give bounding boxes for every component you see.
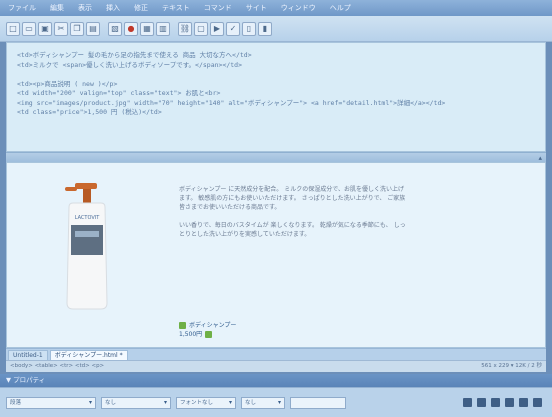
product-bottle-image[interactable]: LACTOVIT [53, 177, 123, 317]
size-value: なし [245, 399, 257, 406]
pump-nozzle [65, 187, 77, 191]
paste-icon[interactable]: ▤ [86, 21, 100, 36]
code-view-icon[interactable]: ▯ [242, 21, 256, 36]
code-line[interactable]: <td><p>商品説明 ( new )</p> [17, 80, 535, 90]
menu-item[interactable]: 修正 [134, 3, 148, 13]
product-description: ボディシャンプー に天然成分を配合。 ミルクの保湿成分で、お肌を優しく洗い上げま… [179, 185, 409, 248]
chevron-down-icon: ▾ [88, 398, 92, 406]
preview-icon[interactable]: ▶ [210, 21, 224, 36]
resize-grip-icon[interactable]: ▴ [538, 154, 542, 162]
code-line[interactable]: <td class="price">1,500 円 (税込)</td> [17, 108, 535, 118]
code-line[interactable]: <td>ボディシャンプー 髪の毛から足の指先まで使える 商品 大切な方へ</td… [17, 51, 535, 61]
status-bar: <body> <table> <tr> <td> <p> 561 x 229 ▾… [6, 360, 546, 372]
format-select[interactable]: 段落 ▾ [6, 396, 96, 409]
font-select[interactable]: フォントなし ▾ [176, 396, 236, 409]
table-icon[interactable]: ▦ [140, 21, 154, 36]
brand-name: ボディシャンプー [189, 322, 237, 329]
layer-icon[interactable]: ▥ [156, 21, 170, 36]
pane-splitter[interactable]: ▴ [6, 152, 546, 162]
menu-item[interactable]: ファイル [8, 3, 36, 13]
code-view[interactable]: <td>ボディシャンプー 髪の毛から足の指先まで使える 商品 大切な方へ</td… [6, 42, 546, 152]
new-icon[interactable]: □ [6, 21, 20, 36]
justify-button[interactable] [533, 398, 542, 407]
pump-head [75, 183, 97, 189]
leaf-icon [179, 322, 186, 329]
document-tab[interactable]: ボディシャンプー.html * [49, 350, 128, 360]
menu-item[interactable]: ヘルプ [330, 3, 351, 13]
image-icon[interactable]: ▧ [108, 21, 122, 36]
copy-icon[interactable]: ❐ [70, 21, 84, 36]
size-select[interactable]: なし ▾ [241, 396, 285, 409]
design-view[interactable]: LACTOVIT ボディシャンプー に天然成分を配合。 ミルクの保湿成分で、お肌… [6, 162, 546, 348]
bottle-label-stripe [75, 231, 99, 237]
code-line[interactable] [17, 70, 535, 80]
menu-item[interactable]: コマンド [204, 3, 232, 13]
menu-item[interactable]: ウィンドウ [281, 3, 316, 13]
document-tabs: Untitled-1 ボディシャンプー.html * [6, 348, 546, 360]
leaf-icon [205, 331, 213, 338]
description-paragraph: いい香りで、毎日のバスタイムが 楽しくなります。 乾燥が気になる季節にも、 しっ… [179, 222, 406, 238]
align-left-button[interactable] [491, 398, 500, 407]
menu-item[interactable]: 挿入 [106, 3, 120, 13]
menu-item[interactable]: 編集 [50, 3, 64, 13]
frame-icon[interactable]: ▢ [194, 21, 208, 36]
style-select[interactable]: なし ▾ [101, 396, 171, 409]
tag-selector[interactable]: <body> <table> <tr> <td> <p> [10, 361, 104, 372]
toolbar: □ ▭ ▣ ✂ ❐ ▤ ▧ ● ▦ ▥ ⛓ ▢ ▶ ✓ ▯ ▮ [0, 16, 552, 42]
open-icon[interactable]: ▭ [22, 21, 36, 36]
document-tab[interactable]: Untitled-1 [8, 350, 48, 360]
chevron-down-icon: ▾ [277, 398, 281, 406]
window-size-info: 561 x 229 ▾ 12K / 2 秒 [481, 363, 542, 369]
align-center-button[interactable] [505, 398, 514, 407]
properties-panel-title[interactable]: ▼ プロパティ [0, 374, 552, 387]
description-paragraph: ボディシャンプー に天然成分を配合。 ミルクの保湿成分で、お肌を優しく洗い上げま… [179, 186, 406, 211]
cut-icon[interactable]: ✂ [54, 21, 68, 36]
font-value: フォントなし [180, 399, 214, 406]
menu-bar: ファイル 編集 表示 挿入 修正 テキスト コマンド サイト ウィンドウ ヘルプ [0, 0, 552, 16]
bottle-label [71, 225, 103, 255]
color-field[interactable] [290, 396, 346, 409]
save-icon[interactable]: ▣ [38, 21, 52, 36]
style-value: なし [105, 399, 117, 406]
toolbar-separator [172, 22, 176, 36]
bold-button[interactable] [463, 398, 472, 407]
record-icon[interactable]: ● [124, 21, 138, 36]
format-value: 段落 [10, 399, 22, 406]
italic-button[interactable] [477, 398, 486, 407]
chevron-down-icon: ▾ [163, 398, 167, 406]
menu-item[interactable]: 表示 [78, 3, 92, 13]
menu-item[interactable]: サイト [246, 3, 267, 13]
chevron-down-icon: ▾ [228, 398, 232, 406]
code-line[interactable]: <img src="images/product.jpg" width="70"… [17, 99, 535, 109]
price-block: ボディシャンプー 1,500円 [179, 321, 236, 339]
code-line[interactable]: <td>ミルクで <span>優しく洗い上げるボディソープです。</span><… [17, 61, 535, 71]
design-view-icon[interactable]: ▮ [258, 21, 272, 36]
align-right-button[interactable] [519, 398, 528, 407]
code-line[interactable]: <td width="200" valign="top" class="text… [17, 89, 535, 99]
properties-panel: 段落 ▾ なし ▾ フォントなし ▾ なし ▾ [0, 387, 552, 417]
check-icon[interactable]: ✓ [226, 21, 240, 36]
menu-item[interactable]: テキスト [162, 3, 190, 13]
bottle-brand-text: LACTOVIT [75, 215, 101, 221]
toolbar-separator [102, 22, 106, 36]
link-icon[interactable]: ⛓ [178, 21, 192, 36]
price-text: 1,500円 [179, 331, 203, 338]
